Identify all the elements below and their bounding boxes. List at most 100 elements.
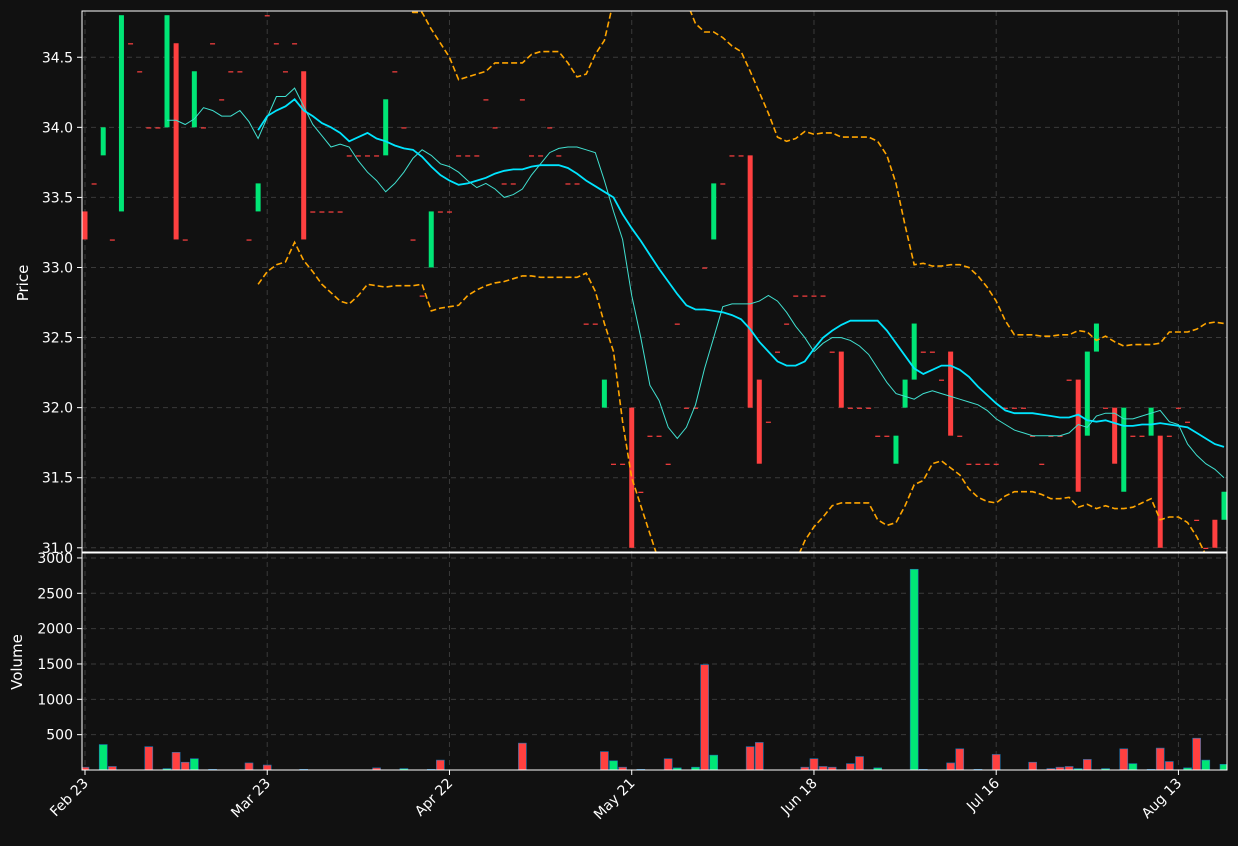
candle	[456, 155, 462, 157]
candle	[1039, 463, 1045, 465]
candle	[993, 463, 999, 465]
candle	[219, 99, 225, 101]
volume-bar	[745, 746, 755, 770]
candle	[164, 15, 170, 128]
candle	[665, 463, 671, 465]
candle	[264, 15, 270, 17]
candle	[620, 463, 626, 465]
candle	[656, 435, 662, 437]
candle	[638, 491, 644, 493]
candle	[1175, 407, 1181, 409]
price-tick-label: 32.0	[42, 401, 73, 417]
candle	[1093, 323, 1099, 352]
candle	[857, 407, 863, 409]
candle	[328, 211, 334, 213]
candle	[1021, 407, 1027, 409]
candle	[1148, 407, 1154, 436]
candle	[1185, 421, 1191, 423]
volume-bar	[855, 756, 864, 770]
candle	[683, 407, 689, 409]
price-tick-label: 31.5	[42, 471, 73, 487]
volume-bar	[809, 758, 819, 770]
candle	[273, 43, 279, 45]
candle	[109, 239, 115, 241]
candle	[674, 323, 680, 325]
candle	[556, 155, 562, 157]
candle	[118, 15, 124, 212]
candle	[1157, 435, 1163, 548]
candle	[747, 155, 753, 408]
candle	[984, 463, 990, 465]
volume-bar	[909, 568, 919, 770]
candle	[610, 463, 616, 465]
candle	[1221, 491, 1227, 520]
candle	[82, 211, 88, 240]
candle	[237, 71, 243, 73]
candle	[437, 211, 443, 213]
volume-bar	[818, 766, 828, 770]
volume-bar	[1128, 763, 1138, 770]
candle	[838, 351, 844, 408]
candle	[319, 211, 325, 213]
volume-bar	[946, 762, 955, 770]
candle	[647, 435, 653, 437]
candle	[802, 295, 808, 297]
candle	[884, 435, 890, 437]
volume-bar	[518, 742, 527, 770]
candle	[528, 155, 534, 157]
volume-bar	[1119, 748, 1129, 770]
candle	[210, 43, 216, 45]
volume-bar	[171, 752, 181, 770]
price-tick-label: 34.0	[42, 120, 73, 136]
candle	[173, 43, 179, 240]
volume-bar	[190, 758, 199, 770]
volume-bar	[709, 754, 719, 770]
volume-tick-label: 1000	[37, 692, 73, 708]
chart-container: 31.0 31.5 32.0 32.5 33.0 33.5 34.0 34.5 500 1000…	[0, 0, 1238, 842]
candle	[601, 379, 607, 408]
candle	[1166, 435, 1172, 437]
candle	[893, 435, 899, 464]
candle	[711, 183, 717, 240]
price-tick-label: 32.5	[42, 331, 73, 347]
candle	[392, 71, 398, 73]
candle	[1130, 435, 1136, 437]
volume-bar	[846, 763, 855, 770]
volume-bar	[1165, 761, 1174, 770]
candle	[565, 183, 571, 185]
candle	[793, 295, 799, 297]
candle	[866, 407, 872, 409]
volume-bar	[1201, 759, 1211, 770]
candle	[465, 155, 471, 157]
candle	[100, 127, 106, 156]
candle	[929, 351, 935, 353]
candle	[765, 421, 771, 423]
candle	[1011, 407, 1017, 409]
candle	[228, 71, 234, 73]
candle	[538, 155, 544, 157]
candle	[939, 379, 945, 381]
volume-bar	[108, 766, 117, 770]
volume-bar	[1028, 761, 1037, 770]
candle	[1194, 519, 1200, 521]
candle	[738, 155, 744, 157]
candle	[729, 155, 735, 157]
candle	[829, 351, 835, 353]
candle	[966, 463, 972, 465]
volume-bar	[1192, 737, 1201, 770]
volume-bar	[663, 758, 673, 770]
candle	[957, 435, 963, 437]
candle	[410, 239, 416, 241]
candle	[1075, 379, 1081, 492]
candle	[975, 463, 981, 465]
candle	[346, 155, 352, 157]
volume-bar	[600, 751, 609, 770]
volume-bar	[991, 754, 1001, 770]
candle	[446, 211, 452, 213]
candle	[1139, 435, 1145, 437]
candle	[756, 379, 762, 464]
candle	[501, 183, 507, 185]
candle	[784, 323, 790, 325]
candle	[182, 239, 188, 241]
candle	[875, 435, 881, 437]
